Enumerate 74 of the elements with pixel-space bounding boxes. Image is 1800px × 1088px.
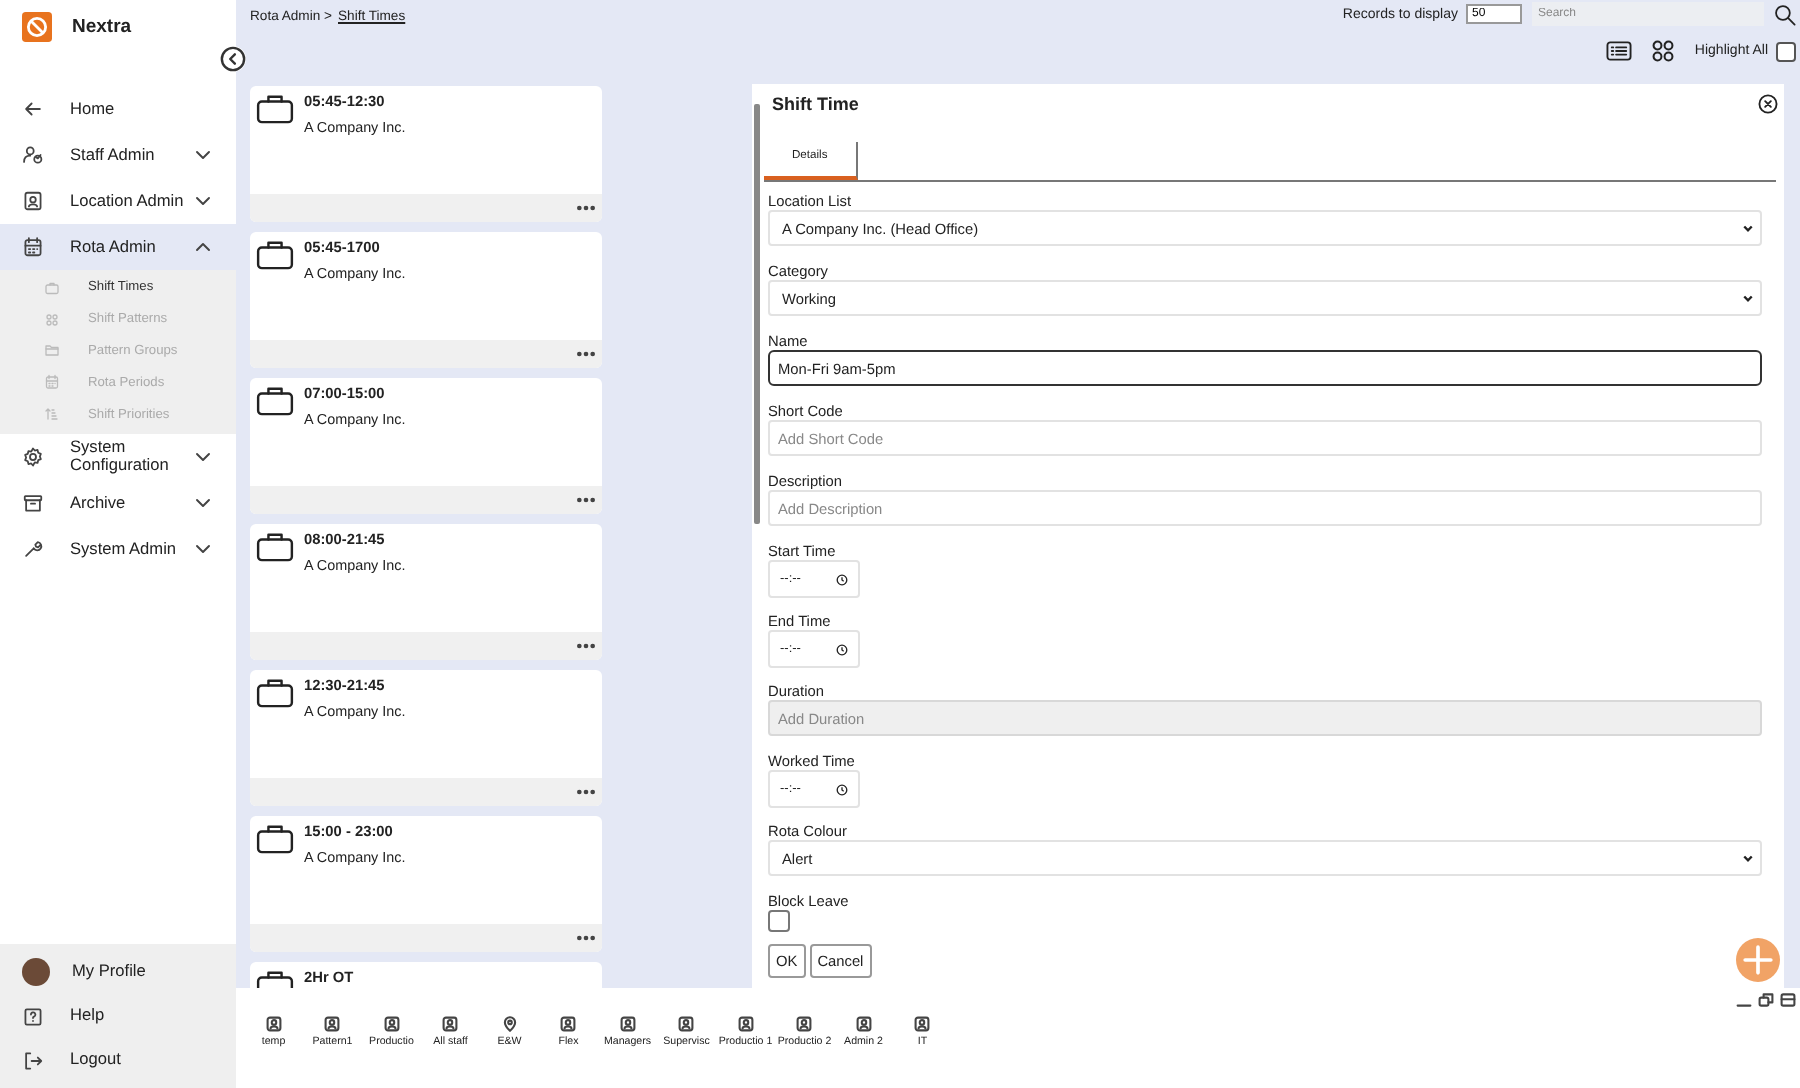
logout-icon xyxy=(22,1049,44,1071)
more-options-icon[interactable] xyxy=(576,350,596,358)
footer-item[interactable]: My Profile xyxy=(0,950,236,994)
search-icon[interactable] xyxy=(1774,3,1796,25)
folder-icon xyxy=(44,342,60,359)
close-icon[interactable] xyxy=(1758,94,1778,114)
map-pin-icon xyxy=(501,1016,518,1032)
person-icon xyxy=(383,1016,400,1032)
nav-item[interactable]: System Configuration xyxy=(0,433,236,480)
footer-item[interactable]: Help xyxy=(0,994,236,1038)
nav-item[interactable]: Rota Admin xyxy=(0,224,236,270)
briefcase-icon xyxy=(256,678,294,708)
chevron-down-icon[interactable] xyxy=(194,493,212,512)
person-icon xyxy=(914,1016,931,1032)
clock-icon[interactable] xyxy=(836,643,848,655)
people-icon xyxy=(22,144,44,166)
list-view-icon[interactable] xyxy=(1606,40,1633,62)
chevron-down-icon xyxy=(1742,852,1754,864)
more-options-icon[interactable] xyxy=(576,496,596,504)
person-icon xyxy=(265,1016,282,1032)
chevron-down-icon xyxy=(1742,292,1754,304)
briefcase-icon xyxy=(256,824,294,854)
clock-icon[interactable] xyxy=(836,573,848,585)
person-icon xyxy=(737,1016,754,1032)
chevron-down-icon xyxy=(1742,222,1754,234)
briefcase-icon xyxy=(256,94,294,124)
avatar xyxy=(22,958,50,986)
restore-icon[interactable] xyxy=(1758,992,1774,1008)
sort-icon xyxy=(44,406,60,423)
collapse-button[interactable] xyxy=(220,46,246,72)
person-icon xyxy=(796,1016,813,1032)
briefcase-icon xyxy=(256,240,294,270)
person-icon xyxy=(324,1016,341,1032)
nav-item[interactable]: Location Admin xyxy=(0,178,236,224)
more-options-icon[interactable] xyxy=(576,204,596,212)
nav-item[interactable]: System Admin xyxy=(0,525,236,572)
person-icon xyxy=(560,1016,577,1032)
help-icon xyxy=(22,1005,44,1027)
briefcase-icon xyxy=(256,532,294,562)
nav-item[interactable]: Staff Admin xyxy=(0,132,236,178)
panel-title: Shift Time xyxy=(772,94,859,118)
checkbox[interactable] xyxy=(768,910,790,932)
chevron-down-icon[interactable] xyxy=(194,539,212,558)
panel-layout-icon[interactable] xyxy=(1780,992,1796,1008)
grid-icon xyxy=(44,311,60,328)
more-options-icon[interactable] xyxy=(576,788,596,796)
person-card-icon xyxy=(22,190,44,212)
calendar-icon xyxy=(22,236,44,258)
person-icon xyxy=(619,1016,636,1032)
briefcase-icon xyxy=(44,279,60,296)
person-icon xyxy=(855,1016,872,1032)
briefcase-icon xyxy=(256,386,294,416)
nav-item[interactable]: Home xyxy=(0,86,236,132)
calendar-icon xyxy=(44,374,60,391)
logo-icon xyxy=(22,11,52,41)
chevron-down-icon[interactable] xyxy=(194,146,212,164)
app-name: Nextra xyxy=(72,15,132,37)
chevron-down-icon[interactable] xyxy=(194,447,212,466)
more-options-icon[interactable] xyxy=(576,642,596,650)
wrench-icon xyxy=(22,537,44,560)
scrollbar[interactable] xyxy=(754,104,760,524)
grid-view-icon[interactable] xyxy=(1650,40,1677,62)
archive-box-icon xyxy=(22,491,44,514)
back-arrow-icon xyxy=(22,98,44,120)
gear-icon xyxy=(22,445,44,468)
chevron-up-icon[interactable] xyxy=(194,238,212,256)
chevron-down-icon[interactable] xyxy=(194,192,212,210)
clock-icon[interactable] xyxy=(836,783,848,795)
person-icon xyxy=(442,1016,459,1032)
more-options-icon[interactable] xyxy=(576,934,596,942)
footer-item[interactable]: Logout xyxy=(0,1038,236,1082)
nav-item[interactable]: Archive xyxy=(0,479,236,526)
person-icon xyxy=(678,1016,695,1032)
highlight-checkbox[interactable] xyxy=(1776,41,1796,61)
